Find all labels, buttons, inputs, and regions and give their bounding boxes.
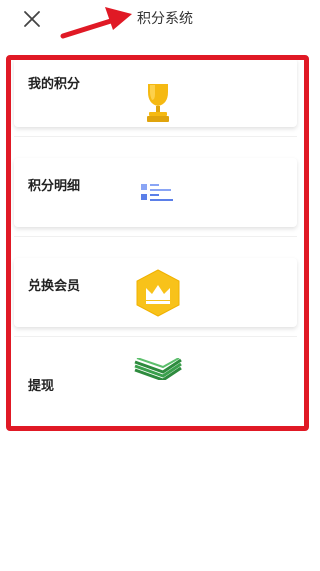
page-title: 积分系统 [137, 11, 193, 27]
close-icon [24, 11, 40, 27]
highlight-frame [6, 55, 309, 431]
close-button[interactable] [20, 7, 44, 31]
top-bar: 积分系统 [0, 0, 314, 44]
annotation-arrow-icon [60, 7, 132, 39]
